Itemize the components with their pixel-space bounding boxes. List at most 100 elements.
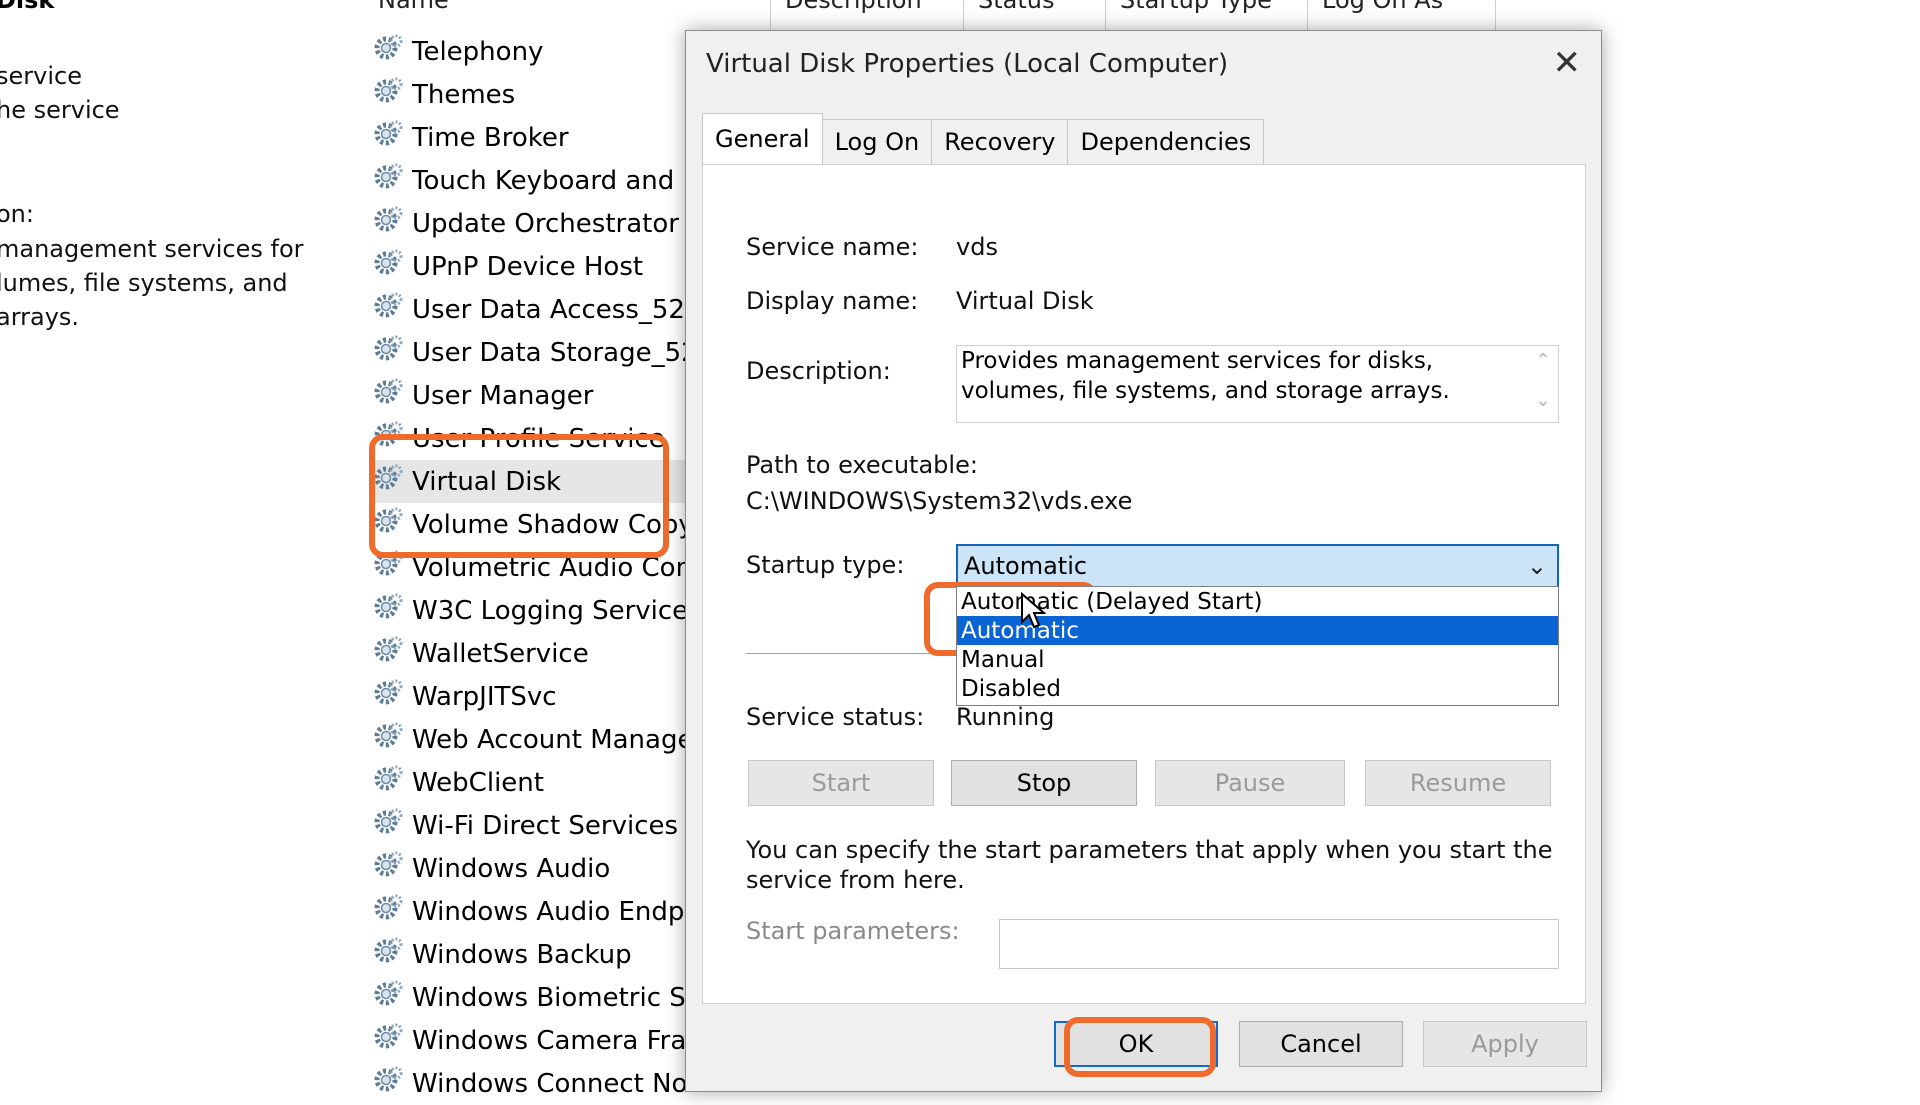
tab-dependencies[interactable]: Dependencies (1067, 119, 1265, 164)
path-label: Path to executable: (746, 451, 978, 479)
service-row[interactable]: Web Account Manage (372, 718, 692, 761)
column-header-description[interactable]: Description (785, 0, 922, 26)
gear-icon (372, 161, 412, 200)
service-row[interactable]: Windows Backup (372, 933, 692, 976)
details-link-line[interactable]: service (0, 62, 82, 90)
service-name: Windows Backup (412, 939, 632, 970)
service-name-label: Service name: (746, 233, 919, 261)
service-row[interactable]: Themes (372, 73, 692, 116)
description-box[interactable]: Provides management services for disks, … (956, 345, 1559, 423)
service-name: Windows Connect Now (412, 1068, 692, 1099)
annotation-highlight-ok (1064, 1017, 1216, 1077)
start-button[interactable]: Start (748, 760, 934, 806)
service-name-value: vds (956, 233, 998, 261)
service-name: WebClient (412, 767, 544, 798)
tab-recovery[interactable]: Recovery (931, 119, 1069, 164)
service-row[interactable]: User Data Access_5294 (372, 288, 692, 331)
start-parameters-hint: You can specify the start parameters tha… (746, 836, 1553, 894)
column-header-log-on-as[interactable]: Log On As (1322, 0, 1443, 26)
gear-icon (372, 247, 412, 286)
gear-icon (372, 333, 412, 372)
description-scrollbar[interactable]: ⌃ ⌄ (1528, 346, 1558, 422)
description-label: Description: (746, 357, 891, 385)
service-properties-dialog: Virtual Disk Properties (Local Computer)… (685, 30, 1602, 1092)
chevron-down-icon[interactable]: ⌄ (1527, 552, 1547, 580)
start-parameters-input[interactable] (999, 919, 1559, 969)
service-row[interactable]: WarpJITSvc (372, 675, 692, 718)
apply-button[interactable]: Apply (1423, 1021, 1587, 1067)
service-name: WarpJITSvc (412, 681, 557, 712)
column-header-startup-type[interactable]: Startup Type (1120, 0, 1272, 26)
service-name: Time Broker (412, 122, 569, 153)
service-row[interactable]: Touch Keyboard and H (372, 159, 692, 202)
dialog-title: Virtual Disk Properties (Local Computer) (706, 49, 1229, 79)
service-row[interactable]: Windows Audio (372, 847, 692, 890)
column-divider[interactable] (770, 0, 771, 30)
service-name: Telephony (412, 36, 544, 67)
service-row[interactable]: User Manager (372, 374, 692, 417)
service-status-value: Running (956, 703, 1055, 731)
service-row[interactable]: Windows Connect Now (372, 1062, 692, 1105)
gear-icon (372, 32, 412, 71)
service-name: Themes (412, 79, 516, 110)
gear-icon (372, 849, 412, 888)
service-row[interactable]: Update Orchestrator Se (372, 202, 692, 245)
gear-icon (372, 763, 412, 802)
service-name: User Manager (412, 380, 594, 411)
path-value: C:\WINDOWS\System32\vds.exe (746, 487, 1133, 515)
column-divider[interactable] (1307, 0, 1308, 30)
column-divider[interactable] (1495, 0, 1496, 30)
service-row[interactable]: User Data Storage_529 (372, 331, 692, 374)
resume-button[interactable]: Resume (1365, 760, 1551, 806)
service-name: Windows Audio (412, 853, 611, 884)
details-link-line[interactable]: he service (0, 96, 120, 124)
service-row[interactable]: Time Broker (372, 116, 692, 159)
service-name: Wi-Fi Direct Services C (412, 810, 692, 841)
option-disabled[interactable]: Disabled (957, 674, 1558, 703)
gear-icon (372, 204, 412, 243)
tab-log-on[interactable]: Log On (821, 119, 933, 164)
option-manual[interactable]: Manual (957, 645, 1558, 674)
service-row[interactable]: Telephony (372, 30, 692, 73)
service-name: User Data Storage_529 (412, 337, 692, 368)
column-divider[interactable] (1105, 0, 1106, 30)
stop-button[interactable]: Stop (951, 760, 1137, 806)
display-name-value: Virtual Disk (956, 287, 1094, 315)
dialog-tabs: General Log On Recovery Dependencies (702, 113, 1265, 165)
service-row[interactable]: WebClient (372, 761, 692, 804)
gear-icon (372, 892, 412, 931)
service-row[interactable]: UPnP Device Host (372, 245, 692, 288)
details-description-line: management services for (0, 235, 304, 263)
tab-general[interactable]: General (702, 113, 823, 164)
pause-button[interactable]: Pause (1155, 760, 1345, 806)
startup-type-selected: Automatic (964, 552, 1088, 580)
section-divider (746, 653, 946, 654)
service-name: Update Orchestrator Se (412, 208, 692, 239)
close-icon[interactable]: ✕ (1553, 43, 1582, 83)
service-row[interactable]: W3C Logging Service (372, 589, 692, 632)
service-row[interactable]: Windows Audio Endpo (372, 890, 692, 933)
scroll-down-icon[interactable]: ⌄ (1528, 386, 1558, 416)
gear-icon (372, 1064, 412, 1103)
scroll-up-icon[interactable]: ⌃ (1528, 346, 1558, 376)
service-title: Disk (0, 0, 55, 14)
column-divider[interactable] (963, 0, 964, 30)
service-row[interactable]: Windows Biometric Se (372, 976, 692, 1019)
gear-icon (372, 935, 412, 974)
gear-icon (372, 1021, 412, 1060)
gear-icon (372, 720, 412, 759)
display-name-label: Display name: (746, 287, 919, 315)
service-name: Touch Keyboard and H (412, 165, 692, 196)
cancel-button[interactable]: Cancel (1239, 1021, 1403, 1067)
column-header-name[interactable]: Name (378, 0, 449, 26)
gear-icon (372, 634, 412, 673)
gear-icon (372, 978, 412, 1017)
start-parameters-label: Start parameters: (746, 917, 960, 945)
column-header-status[interactable]: Status (978, 0, 1054, 26)
service-row[interactable]: Wi-Fi Direct Services C (372, 804, 692, 847)
gear-icon (372, 290, 412, 329)
service-name: Windows Biometric Se (412, 982, 692, 1013)
service-row[interactable]: WalletService (372, 632, 692, 675)
service-row[interactable]: Windows Camera Fram (372, 1019, 692, 1062)
gear-icon (372, 677, 412, 716)
